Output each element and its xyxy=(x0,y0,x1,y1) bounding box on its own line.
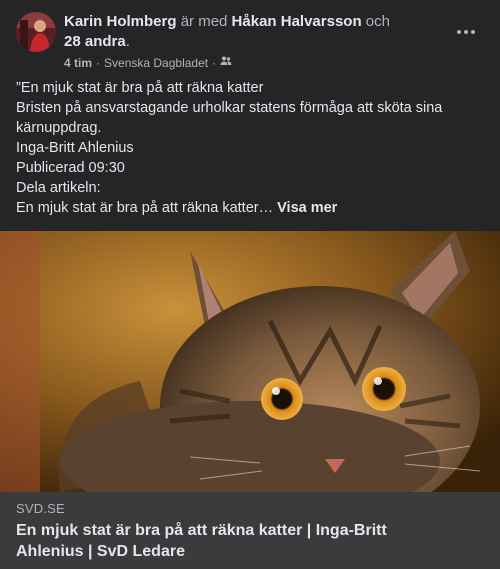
link-domain: SVD.SE xyxy=(16,501,65,516)
friends-icon xyxy=(220,55,232,70)
post-text: ”En mjuk stat är bra på att räkna katter… xyxy=(16,78,486,218)
author-name[interactable]: Karin Holmberg xyxy=(64,13,177,30)
see-more-link[interactable]: Visa mer xyxy=(277,200,337,216)
and-text: och xyxy=(365,13,390,30)
post-header: Karin Holmberg är med Håkan Halvarsson o… xyxy=(16,12,484,74)
avatar[interactable] xyxy=(16,12,56,52)
link-preview[interactable]: SVD.SE En mjuk stat är bra på att räkna … xyxy=(0,492,500,569)
text-line: ”En mjuk stat är bra på att räkna katter xyxy=(16,80,264,96)
others-link[interactable]: 28 andra xyxy=(64,33,126,50)
period: . xyxy=(125,33,130,50)
tagged-user[interactable]: Håkan Halvarsson xyxy=(232,13,362,30)
with-text: är med xyxy=(180,13,228,30)
separator: · xyxy=(96,55,101,70)
text-line: Dela artikeln: xyxy=(16,180,101,196)
text-line-last: En mjuk stat är bra på att räkna katter…… xyxy=(16,198,486,218)
post-time[interactable]: 4 tim xyxy=(64,56,92,70)
more-options-icon[interactable] xyxy=(448,20,484,44)
article-image[interactable] xyxy=(0,231,500,492)
author-line: Karin Holmberg är med Håkan Halvarsson o… xyxy=(64,12,444,52)
text-line: Publicerad 09:30 xyxy=(16,160,125,176)
post-source[interactable]: Svenska Dagbladet xyxy=(104,56,208,70)
truncated-text: En mjuk stat är bra på att räkna katter… xyxy=(16,200,274,216)
link-title: En mjuk stat är bra på att räkna katter … xyxy=(16,522,387,560)
post-meta: 4 tim · Svenska Dagbladet · xyxy=(64,55,232,70)
text-line: Bristen på ansvarstagande urholkar state… xyxy=(16,100,443,136)
separator: · xyxy=(212,55,217,70)
text-line: Inga-Britt Ahlenius xyxy=(16,140,134,156)
